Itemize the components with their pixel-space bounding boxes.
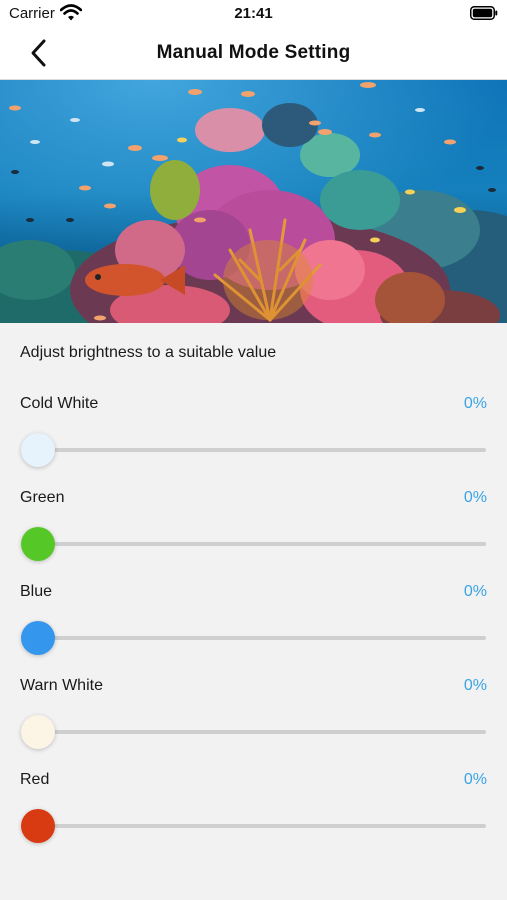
slider-row-warn-white: Warn White 0% [0,677,507,771]
slider-value: 0% [463,395,487,412]
slider-row-cold-white: Cold White 0% [0,395,507,489]
slider-value: 0% [463,489,487,506]
red-slider-thumb[interactable] [21,809,55,843]
battery-icon [470,6,498,20]
warn-white-slider-thumb[interactable] [21,715,55,749]
navigation-bar: Manual Mode Setting [0,28,507,80]
slider-value: 0% [463,771,487,788]
coral-reef-image [0,80,507,323]
cold-white-slider-track[interactable] [38,448,486,452]
slider-row-red: Red 0% [0,771,507,865]
blue-slider-track[interactable] [38,636,486,640]
slider-value: 0% [463,677,487,694]
instruction-text: Adjust brightness to a suitable value [20,344,277,361]
brightness-settings-panel: Adjust brightness to a suitable value Co… [0,323,507,900]
status-bar: Carrier 21:41 [0,0,507,28]
green-slider-thumb[interactable] [21,527,55,561]
slider-label: Warn White [20,677,103,694]
green-slider-track[interactable] [38,542,486,546]
slider-value: 0% [463,583,487,600]
warn-white-slider-track[interactable] [38,730,486,734]
slider-row-green: Green 0% [0,489,507,583]
slider-label: Green [20,489,65,506]
slider-label: Blue [20,583,53,600]
status-time: 21:41 [234,5,273,22]
slider-label: Red [20,771,50,788]
red-slider-track[interactable] [38,824,486,828]
blue-slider-thumb[interactable] [21,621,55,655]
page-title: Manual Mode Setting [156,42,351,63]
slider-label: Cold White [20,395,99,412]
slider-row-blue: Blue 0% [0,583,507,677]
cold-white-slider-thumb[interactable] [21,433,55,467]
